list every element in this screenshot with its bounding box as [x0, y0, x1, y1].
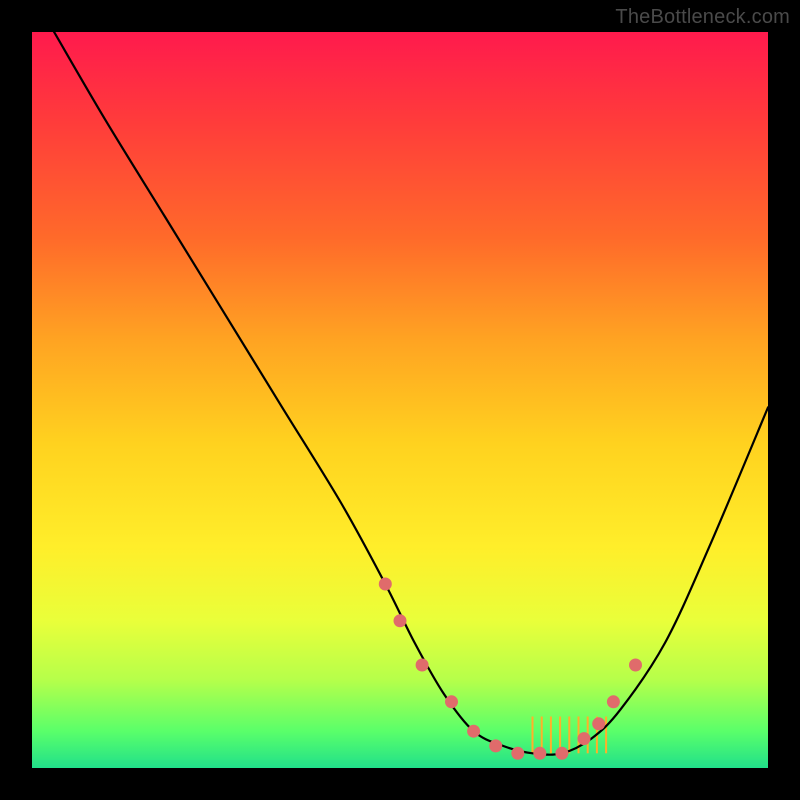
- watermark-label: TheBottleneck.com: [615, 6, 790, 29]
- bottleneck-curve: [54, 32, 768, 755]
- highlight-dot: [489, 739, 502, 752]
- highlight-dot: [416, 659, 429, 672]
- highlight-dot: [629, 659, 642, 672]
- highlight-dot: [379, 578, 392, 591]
- curve-svg: [32, 32, 768, 768]
- highlight-dot: [533, 747, 546, 760]
- highlight-dot: [445, 695, 458, 708]
- highlight-dot: [467, 725, 480, 738]
- highlight-dot: [578, 732, 591, 745]
- highlight-dot: [394, 614, 407, 627]
- plot-area: [32, 32, 768, 768]
- highlight-dot: [555, 747, 568, 760]
- highlight-dot: [511, 747, 524, 760]
- chart-frame: TheBottleneck.com: [0, 0, 800, 800]
- highlight-dot: [592, 717, 605, 730]
- highlight-dots: [379, 578, 642, 760]
- highlight-dot: [607, 695, 620, 708]
